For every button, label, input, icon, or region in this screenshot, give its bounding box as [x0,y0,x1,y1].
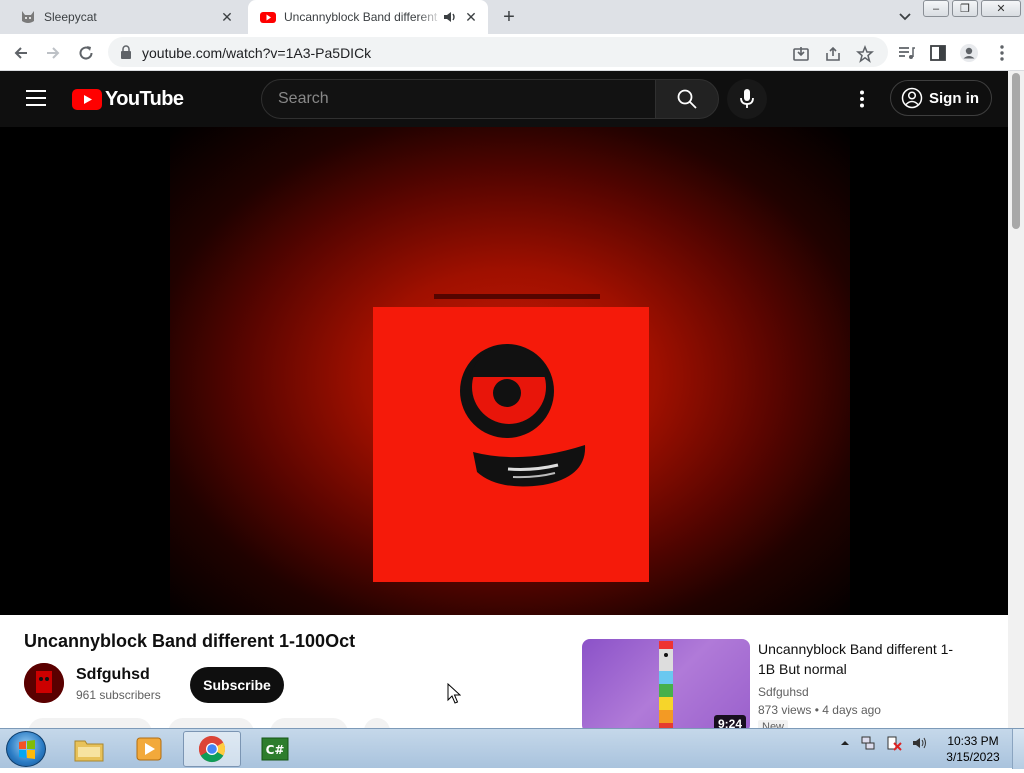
tab-strip: Sleepycat ✕ Uncannyblock Band different … [0,0,1024,34]
speaker-icon[interactable] [442,9,458,25]
cat-favicon-icon [22,11,34,23]
recommended-thumbnail[interactable]: 9:24 [582,639,750,728]
taskbar-media-player[interactable] [120,731,178,767]
taskbar-explorer[interactable] [60,731,118,767]
block-face-graphic [460,344,586,487]
subscriber-count: 961 subscribers [76,688,161,702]
minimize-button[interactable]: ‒ [923,0,949,17]
side-panel-icon[interactable] [928,43,948,63]
clock-time: 10:33 PM [947,734,999,748]
channel-name[interactable]: Sdfguhsd [76,666,150,684]
close-tab-icon[interactable]: ✕ [218,8,236,26]
search-button[interactable] [655,79,719,119]
reload-icon [79,46,93,60]
youtube-header: YouTube Sign in [0,71,1008,127]
video-frame-line [434,294,600,299]
back-button[interactable] [10,42,32,64]
close-tab-icon[interactable]: ✕ [462,8,480,26]
recommended-age: 4 days ago [822,703,881,717]
media-control-icon[interactable] [896,43,916,63]
recommended-channel[interactable]: Sdfguhsd [758,685,809,699]
mouse-cursor-icon [447,683,461,704]
system-tray [840,735,928,751]
action-pill[interactable] [270,718,348,728]
install-app-icon[interactable] [792,45,810,63]
clock[interactable]: 10:33 PM 3/15/2023 [940,733,1006,765]
window-controls: ‒ ❐ ✕ [923,0,1024,18]
action-pills-row [28,718,406,728]
volume-icon[interactable] [912,735,928,751]
lock-icon[interactable] [120,45,132,59]
folder-icon [74,740,104,762]
hamburger-menu-icon[interactable] [26,90,46,106]
search-box [261,79,656,119]
sign-in-button[interactable]: Sign in [890,80,992,116]
forward-button[interactable] [42,42,64,64]
watch-metadata: Uncannyblock Band different 1-100Oct Sdf… [0,615,1008,728]
restore-button[interactable]: ❐ [952,0,978,17]
video-player[interactable] [0,127,1008,615]
tab-sleepycat[interactable]: Sleepycat ✕ [8,0,244,34]
url-text[interactable]: youtube.com/watch?v=1A3-Pa5DICk [142,45,371,61]
profile-icon[interactable] [959,43,979,63]
csharp-icon: C# [261,737,289,761]
arrow-left-icon [14,47,27,59]
settings-button[interactable] [852,89,872,109]
avatar-graphic [24,663,64,703]
address-bar[interactable]: youtube.com/watch?v=1A3-Pa5DICk [108,37,888,67]
network-icon[interactable] [860,735,876,751]
share-icon[interactable] [824,45,842,63]
youtube-logo[interactable]: YouTube [72,87,184,110]
chevron-down-icon[interactable] [896,9,914,25]
new-badge: New [758,720,789,728]
voice-search-button[interactable] [727,79,767,119]
media-player-icon [136,737,162,761]
bookmark-star-icon[interactable] [856,45,874,63]
search-icon [677,89,697,109]
chevron-up-icon[interactable] [840,738,850,748]
reload-button[interactable] [75,42,97,64]
action-pill[interactable] [364,718,390,728]
recommended-meta: 873 views • 4 days ago [758,703,881,717]
logo-text: YouTube [105,87,184,110]
video-duration: 9:24 [713,715,746,728]
recommended-title[interactable]: Uncannyblock Band different 1-1B But nor… [758,639,968,679]
video-frame-red-block [373,307,649,582]
taskbar-chrome[interactable] [183,731,241,767]
subscribe-button[interactable]: Subscribe [190,667,284,703]
windows-taskbar: C# 10:33 PM 3/15/2023 [0,728,1024,769]
channel-avatar[interactable] [24,663,64,703]
search-input[interactable] [278,89,638,109]
recommended-views: 873 views [758,703,812,717]
show-desktop-button[interactable] [1012,729,1024,769]
close-window-button[interactable]: ✕ [981,0,1021,17]
youtube-favicon-icon [260,12,276,23]
new-tab-button[interactable]: + [498,7,520,29]
taskbar-csharp-app[interactable]: C# [246,731,304,767]
video-title: Uncannyblock Band different 1-100Oct [24,631,356,651]
action-center-icon[interactable] [886,735,902,751]
more-vert-icon [860,90,864,108]
sign-in-label: Sign in [929,89,979,107]
start-button[interactable] [6,731,46,767]
tab-title: Sleepycat [44,10,97,24]
svg-text:C#: C# [266,743,285,757]
scrollbar-thumb[interactable] [1012,73,1020,229]
chrome-icon [198,735,226,763]
account-circle-icon [901,87,923,109]
tab-title: Uncannyblock Band different 1 [284,10,442,24]
tab-youtube[interactable]: Uncannyblock Band different 1 ✕ [248,0,488,34]
more-vert-icon[interactable] [992,43,1012,63]
action-pill[interactable] [28,718,152,728]
windows-logo-icon [19,740,35,759]
microphone-icon [740,89,754,108]
arrow-right-icon [47,47,60,59]
action-pill[interactable] [168,718,254,728]
youtube-play-logo-icon [72,88,102,110]
clock-date: 3/15/2023 [946,750,1000,764]
browser-toolbar: youtube.com/watch?v=1A3-Pa5DICk [0,34,1024,71]
